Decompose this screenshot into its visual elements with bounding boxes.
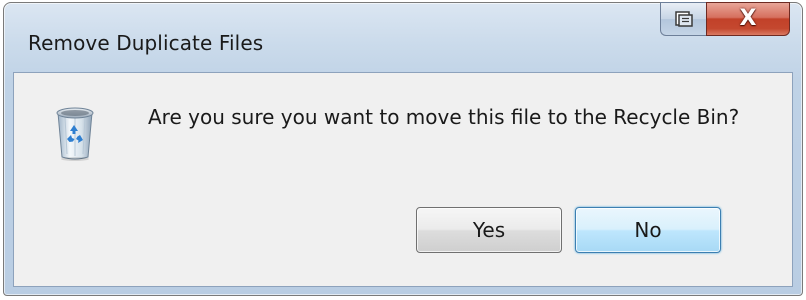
context-help-button[interactable] xyxy=(660,2,706,36)
dialog-window: Remove Duplicate Files X Are you sure yo… xyxy=(3,2,803,296)
context-help-icon xyxy=(674,11,693,27)
yes-button[interactable]: Yes xyxy=(416,207,562,253)
confirmation-message: Are you sure you want to move this file … xyxy=(148,105,740,129)
close-button[interactable]: X xyxy=(706,2,790,36)
close-icon: X xyxy=(739,6,757,31)
window-title: Remove Duplicate Files xyxy=(28,31,264,55)
dialog-content: Are you sure you want to move this file … xyxy=(13,72,793,287)
caption-buttons: X xyxy=(660,2,790,38)
no-button[interactable]: No xyxy=(575,207,721,253)
recycle-bin-icon xyxy=(50,99,100,163)
